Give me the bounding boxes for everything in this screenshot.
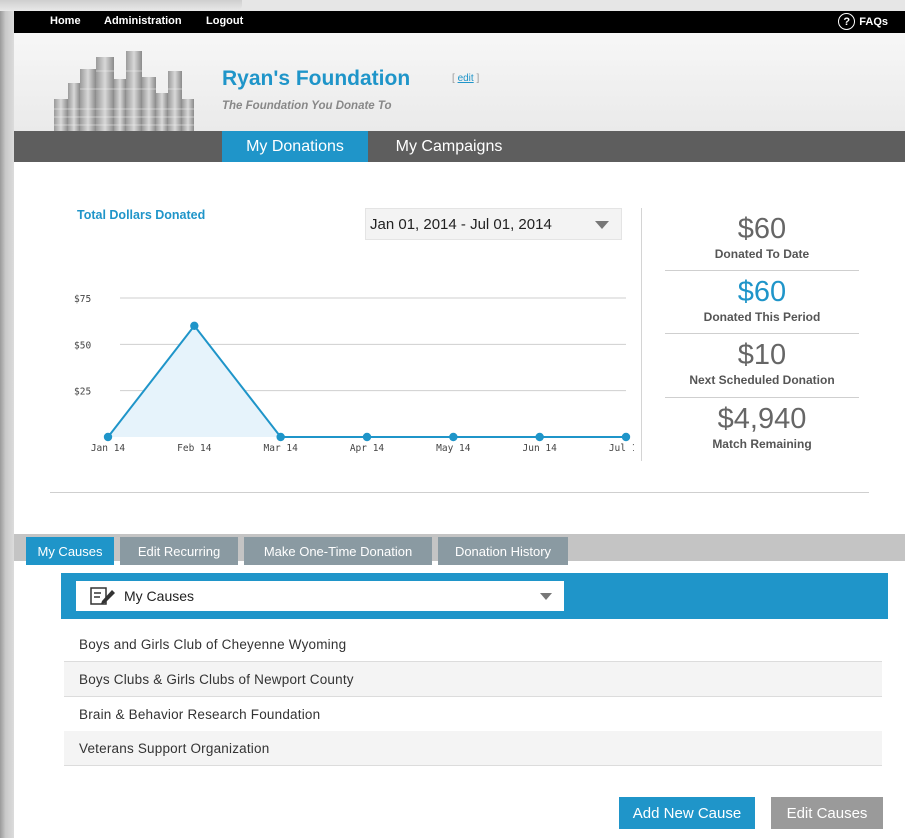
donations-chart: $25 $50 $75 Jan 14 Feb 14 Mar 14 Apr 14 May 14 J… [74, 294, 634, 454]
stat-separator [665, 333, 859, 334]
help-question-icon: ? [838, 13, 856, 30]
stat-label: Donated This Period [703, 310, 821, 324]
x-tick-label: May 14 [436, 443, 471, 454]
data-point [362, 432, 372, 442]
foundation-header: Ryan's Foundation [ edit ] The Foundatio… [14, 33, 905, 131]
x-tick-label: Apr 14 [350, 443, 385, 454]
cause-list-item[interactable]: Boys Clubs & Girls Clubs of Newport Coun… [64, 662, 882, 697]
cause-list-item[interactable]: Boys and Girls Club of Cheyenne Wyoming [64, 627, 882, 662]
data-point [621, 432, 631, 442]
tab-make-one-time-donation[interactable]: Make One-Time Donation [244, 537, 432, 565]
window-background [0, 0, 14, 838]
nav-home-link[interactable]: Home [50, 15, 81, 27]
stat-amount: $10 [737, 339, 787, 371]
stat-amount: $60 [737, 213, 787, 245]
stat-donated-this-period: $60 Donated This Period [665, 277, 859, 324]
x-tick-label: Jan 14 [91, 443, 126, 454]
tab-my-campaigns[interactable]: My Campaigns [374, 131, 524, 162]
city-skyline-logo [54, 51, 194, 131]
data-point [535, 432, 544, 442]
y-tick-label: $25 [74, 387, 91, 398]
x-tick-label: Jul 14 [609, 443, 634, 454]
x-tick-label: Feb 14 [177, 443, 212, 454]
chevron-down-icon [595, 221, 609, 229]
stat-separator [665, 397, 859, 398]
y-tick-label: $50 [74, 340, 91, 351]
chevron-down-icon [540, 593, 552, 600]
app-frame: Home Administration Logout ? FAQs Ryan's… [14, 11, 905, 838]
stat-amount: $4,940 [717, 403, 807, 435]
stat-label: Next Scheduled Donation [689, 373, 835, 387]
stat-next-scheduled: $10 Next Scheduled Donation [665, 340, 859, 387]
browser-tab-edge [0, 0, 242, 11]
x-tick-label: Mar 14 [264, 443, 299, 454]
tab-edit-recurring[interactable]: Edit Recurring [120, 537, 238, 565]
cause-list-item[interactable]: Veterans Support Organization [64, 731, 882, 766]
stat-label: Match Remaining [712, 437, 812, 451]
edit-bracket-close: ] [476, 73, 480, 84]
y-tick-label: $75 [74, 294, 91, 305]
stat-label: Donated To Date [714, 247, 810, 261]
stat-amount: $60 [737, 276, 787, 308]
tab-my-donations[interactable]: My Donations [222, 131, 368, 162]
edit-causes-button[interactable]: Edit Causes [771, 797, 883, 829]
nav-logout-link[interactable]: Logout [206, 15, 243, 27]
edit-title-link[interactable]: edit [458, 73, 474, 84]
date-range-value: Jan 01, 2014 - Jul 01, 2014 [370, 215, 552, 233]
cause-list-item[interactable]: Brain & Behavior Research Foundation [64, 697, 882, 732]
nav-administration-link[interactable]: Administration [104, 15, 182, 27]
stat-donated-to-date: $60 Donated To Date [665, 214, 859, 261]
data-point [449, 432, 458, 442]
data-point [103, 432, 113, 442]
section-divider [50, 492, 869, 493]
main-tab-bar: My Donations My Campaigns [14, 131, 905, 162]
stats-divider [641, 208, 642, 461]
x-tick-label: Jun 14 [523, 443, 558, 454]
foundation-title: Ryan's Foundation [222, 67, 411, 90]
top-nav-bar: Home Administration Logout ? FAQs [14, 11, 905, 33]
data-point [276, 432, 285, 442]
stat-separator [665, 270, 859, 271]
tab-donation-history[interactable]: Donation History [438, 537, 568, 565]
causes-select-label: My Causes [124, 588, 195, 604]
faqs-link[interactable]: ? FAQs [838, 13, 888, 30]
chart-title: Total Dollars Donated [77, 208, 206, 222]
tab-my-causes[interactable]: My Causes [26, 537, 114, 565]
data-point [190, 321, 199, 330]
faqs-label: FAQs [859, 15, 888, 28]
stat-match-remaining: $4,940 Match Remaining [665, 404, 859, 451]
area-fill [108, 325, 626, 437]
edit-bracket-open: [ [452, 73, 455, 84]
window-top-strip [0, 0, 905, 11]
causes-select[interactable]: My Causes [76, 581, 564, 611]
foundation-subtitle: The Foundation You Donate To [222, 100, 392, 112]
date-range-select[interactable]: Jan 01, 2014 - Jul 01, 2014 [365, 208, 622, 240]
add-new-cause-button[interactable]: Add New Cause [619, 797, 755, 829]
edit-list-icon [90, 587, 115, 605]
edit-title-control[interactable]: [ edit ] [452, 73, 479, 84]
